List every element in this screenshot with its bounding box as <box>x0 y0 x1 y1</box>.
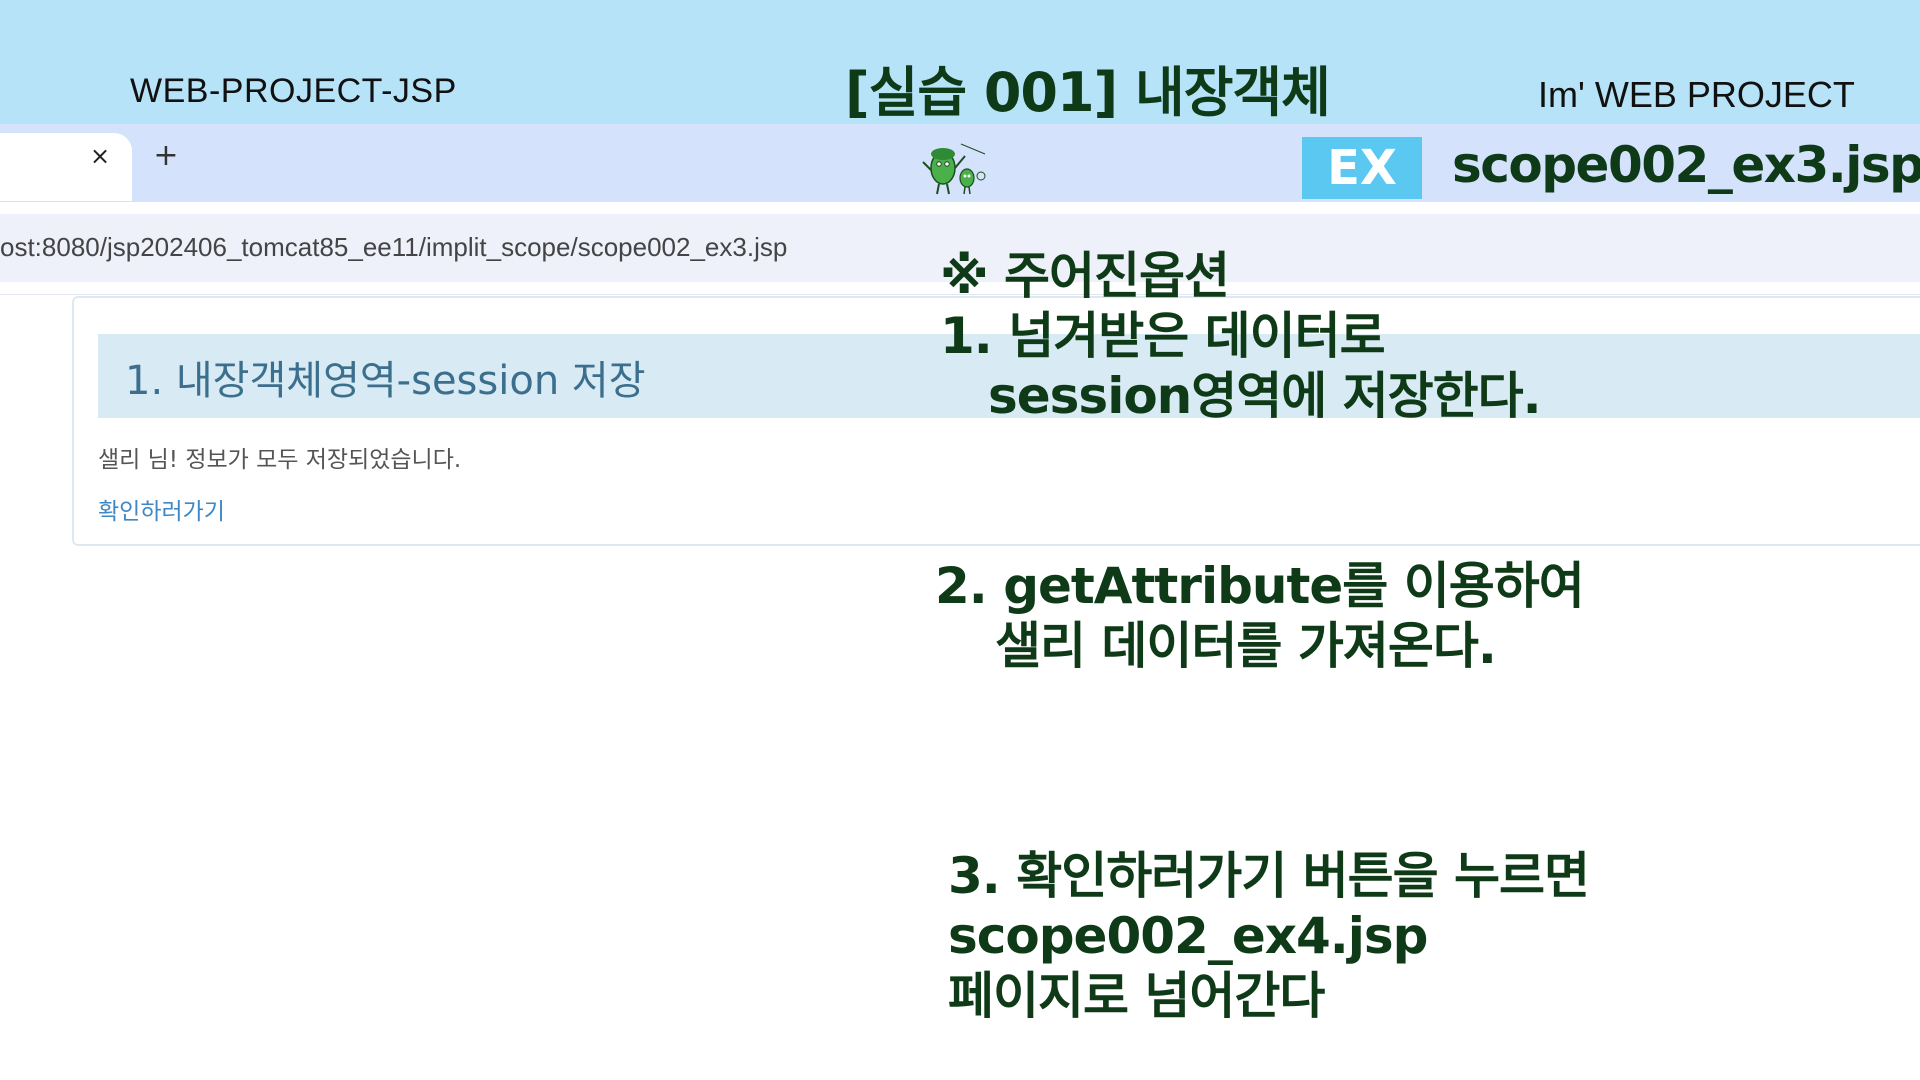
mascot-icon <box>922 143 986 195</box>
brand-right-label: Im' WEB PROJECT <box>1538 74 1855 115</box>
exercise-filename: scope002_ex3.jsp <box>1452 136 1920 194</box>
check-link[interactable]: 확인하러가기 <box>98 492 225 526</box>
card-heading: 1. 내장객체영역-session 저장 <box>125 358 646 404</box>
brand-left-label: WEB-PROJECT-JSP <box>130 72 457 110</box>
close-icon[interactable]: × <box>89 144 111 168</box>
instruction-step2: 2. getAttribute를 이용하여 샐리 데이터를 가져온다. <box>935 556 1585 676</box>
step3-line2: scope002_ex4.jsp <box>948 907 1428 965</box>
browser-tab[interactable] <box>0 133 132 201</box>
step1-line1: 1. 넘겨받은 데이터로 <box>940 307 1386 365</box>
ex-badge: EX <box>1302 137 1422 199</box>
step3-line3: 페이지로 넘어간다 <box>948 967 1325 1025</box>
saved-message: 샐리 님! 정보가 모두 저장되었습니다. <box>98 447 462 473</box>
lesson-title: [실습 001] 내장객체 <box>845 61 1331 124</box>
address-url[interactable]: ost:8080/jsp202406_tomcat85_ee11/implit_… <box>0 232 787 263</box>
instruction-step1: ※ 주어진옵션 1. 넘겨받은 데이터로 session영역에 저장한다. <box>940 246 1542 426</box>
step3-line1: 3. 확인하러가기 버튼을 누르면 <box>948 847 1590 905</box>
step2-line1: 2. getAttribute를 이용하여 <box>935 557 1585 615</box>
note-title: ※ 주어진옵션 <box>940 247 1230 305</box>
step1-line2: session영역에 저장한다. <box>988 367 1542 425</box>
step2-line2: 샐리 데이터를 가져온다. <box>995 617 1497 675</box>
instruction-step3: 3. 확인하러가기 버튼을 누르면 scope002_ex4.jsp 페이지로 … <box>948 846 1590 1026</box>
plus-icon[interactable]: + <box>152 141 180 171</box>
